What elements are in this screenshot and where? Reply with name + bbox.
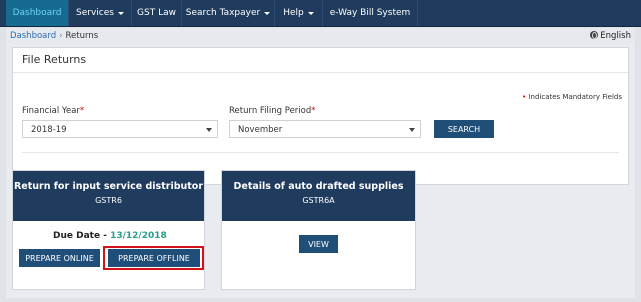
gstr6a-card-subtitle: GSTR6A xyxy=(302,196,335,205)
required-marker: * xyxy=(79,106,85,116)
divider xyxy=(13,72,628,73)
top-navbar: Dashboard Services GST Law Search Taxpay… xyxy=(0,0,641,27)
gstr6-card-subtitle: GSTR6 xyxy=(95,196,122,205)
breadcrumb-separator: › xyxy=(59,31,63,41)
nav-eway-bill[interactable]: e-Way Bill System xyxy=(323,0,418,26)
required-marker: * xyxy=(311,106,316,116)
return-period-select[interactable]: November xyxy=(229,120,421,138)
globe-icon xyxy=(590,31,599,39)
highlight-box xyxy=(103,246,204,270)
return-period-value: November xyxy=(238,125,283,135)
mandatory-note-text: Indicates Mandatory Fields xyxy=(528,93,622,101)
file-returns-panel: File Returns • Indicates Mandatory Field… xyxy=(12,47,629,185)
nav-help[interactable]: Help xyxy=(275,0,323,26)
content-frame: Dashboard › Returns English File Returns •… xyxy=(6,28,635,298)
chevron-down-icon xyxy=(206,128,212,132)
nav-gst-law-label: GST Law xyxy=(137,8,176,18)
nav-search-taxpayer[interactable]: Search Taxpayer xyxy=(182,0,275,26)
language-label: English xyxy=(600,31,631,41)
divider xyxy=(22,152,619,153)
nav-eway-bill-label: e-Way Bill System xyxy=(329,8,411,18)
nav-dashboard-label: Dashboard xyxy=(12,8,62,18)
nav-dashboard[interactable]: Dashboard xyxy=(6,0,69,26)
nav-search-taxpayer-label: Search Taxpayer xyxy=(185,8,261,18)
gstr6-card: Return for input service distributor GST… xyxy=(12,170,205,290)
gstr6a-card-title: Details of auto drafted supplies xyxy=(233,181,404,192)
language-selector[interactable]: English xyxy=(590,31,631,41)
breadcrumb: Dashboard › Returns English xyxy=(6,28,635,44)
financial-year-label-text: Financial Year xyxy=(22,106,80,116)
gstr6a-card: Details of auto drafted supplies GSTR6A … xyxy=(221,170,416,290)
chevron-down-icon xyxy=(117,11,124,15)
prepare-online-button[interactable]: PREPARE ONLINE xyxy=(19,249,100,267)
search-button[interactable]: SEARCH xyxy=(434,120,494,138)
view-button[interactable]: VIEW xyxy=(299,235,338,253)
gstr6a-card-header: Details of auto drafted supplies GSTR6A xyxy=(222,171,415,221)
nav-services[interactable]: Services xyxy=(69,0,132,26)
chevron-down-icon xyxy=(307,11,314,15)
due-date: Due Date - 13/12/2018 xyxy=(53,231,167,241)
due-date-label: Due Date - xyxy=(53,231,107,241)
financial-year-select[interactable]: 2018-19 xyxy=(22,120,218,138)
financial-year-label: Financial Year* xyxy=(22,106,84,116)
required-marker: • xyxy=(522,93,527,101)
financial-year-value: 2018-19 xyxy=(31,125,67,135)
return-period-label-text: Return Filing Period xyxy=(229,106,312,116)
breadcrumb-current: Returns xyxy=(65,31,99,41)
gstr6-card-title: Return for input service distributor xyxy=(13,181,204,192)
panel-title: File Returns xyxy=(22,53,87,66)
nav-gst-law[interactable]: GST Law xyxy=(132,0,182,26)
return-period-label: Return Filing Period* xyxy=(229,106,316,116)
due-date-value: 13/12/2018 xyxy=(110,231,167,241)
nav-services-label: Services xyxy=(76,8,114,18)
chevron-down-icon xyxy=(264,11,271,15)
chevron-down-icon xyxy=(409,128,415,132)
breadcrumb-dashboard-link[interactable]: Dashboard xyxy=(10,31,56,41)
nav-help-label: Help xyxy=(283,8,304,18)
mandatory-note: • Indicates Mandatory Fields xyxy=(522,93,622,101)
gstr6-card-header: Return for input service distributor GST… xyxy=(13,171,204,221)
